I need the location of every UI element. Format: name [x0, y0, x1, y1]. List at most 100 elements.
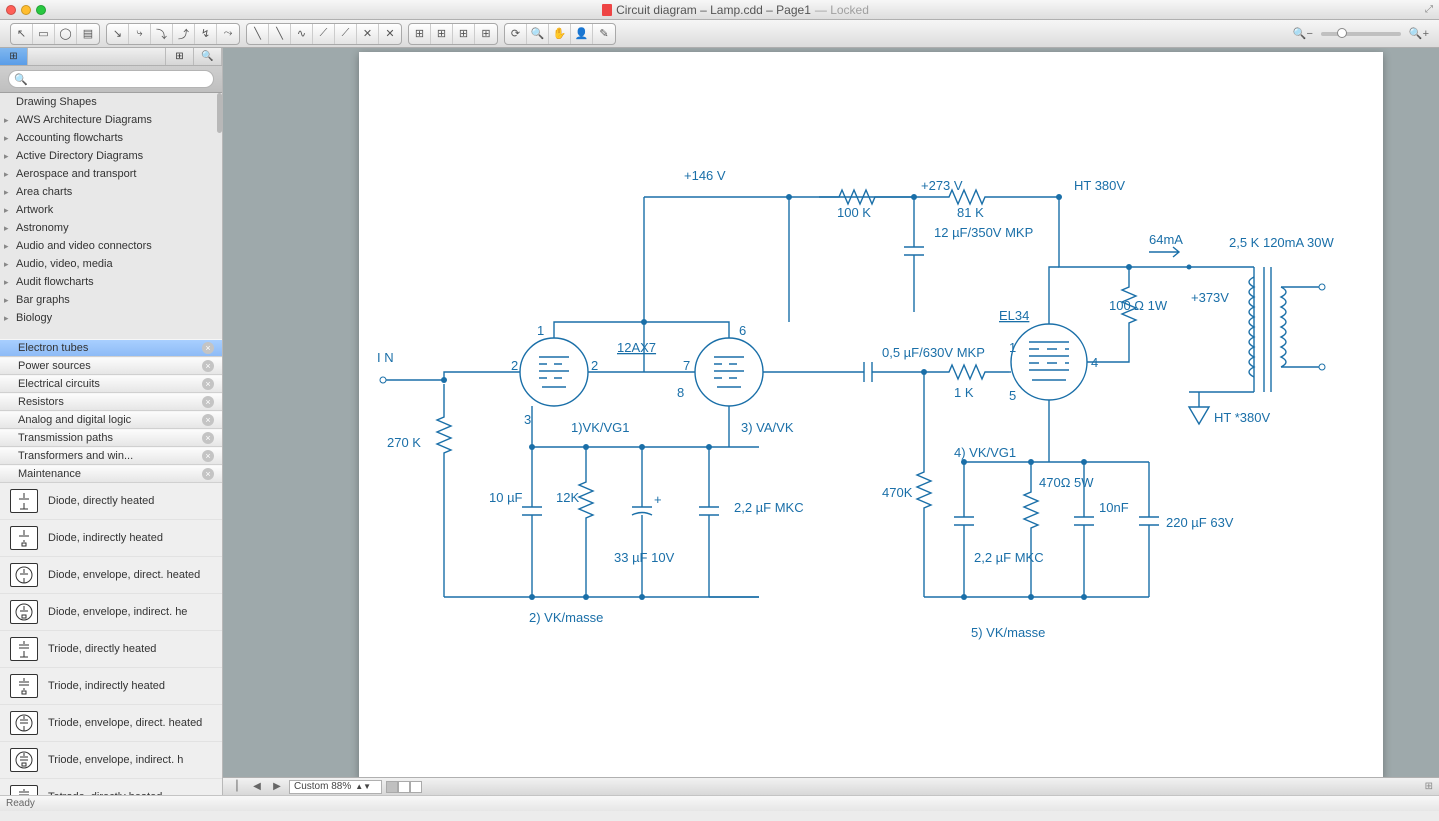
ellipse-tool[interactable]: ◯ — [55, 24, 77, 44]
scroll-left-icon[interactable]: ⎮ — [229, 781, 245, 792]
library-item[interactable]: ▸Biology — [0, 309, 222, 327]
page-thumb[interactable] — [410, 781, 422, 793]
line-tool-5[interactable]: ⟋ — [335, 24, 357, 44]
close-icon[interactable]: × — [202, 468, 214, 480]
library-item[interactable]: ▸Artwork — [0, 201, 222, 219]
shape-item[interactable]: Triode, directly heated — [0, 631, 222, 668]
pointer-tool[interactable]: ↖ — [11, 24, 33, 44]
svg-text:2) VK/masse: 2) VK/masse — [529, 610, 603, 625]
library-search-input[interactable] — [8, 70, 214, 88]
library-scrollbar[interactable] — [217, 93, 222, 133]
page-prev-icon[interactable]: ◀ — [249, 781, 265, 792]
tree-tool-4[interactable]: ⊞ — [475, 24, 497, 44]
tree-tool-2[interactable]: ⊞ — [431, 24, 453, 44]
close-icon[interactable]: × — [202, 432, 214, 444]
close-icon[interactable]: × — [202, 342, 214, 354]
library-list[interactable]: Drawing Shapes ▸AWS Architecture Diagram… — [0, 93, 222, 339]
shape-item[interactable]: Diode, envelope, direct. heated — [0, 557, 222, 594]
zoom-thumb[interactable] — [1337, 28, 1347, 38]
conn-tool-5[interactable]: ↯ — [195, 24, 217, 44]
text-tool[interactable]: ▤ — [77, 24, 99, 44]
shape-item[interactable]: Triode, envelope, direct. heated — [0, 705, 222, 742]
open-lib-item[interactable]: Transmission paths× — [0, 429, 222, 447]
shape-list[interactable]: Diode, directly heated Diode, indirectly… — [0, 483, 222, 795]
conn-tool-2[interactable]: ⤷ — [129, 24, 151, 44]
page-thumb[interactable] — [398, 781, 410, 793]
zoom-select[interactable]: Custom 88%▲▼ — [289, 780, 382, 794]
rect-tool[interactable]: ▭ — [33, 24, 55, 44]
zoom-track[interactable] — [1321, 32, 1401, 36]
shape-item[interactable]: Tetrode, directly heated — [0, 779, 222, 795]
close-icon[interactable]: × — [202, 378, 214, 390]
close-button[interactable] — [6, 5, 16, 15]
line-tool-4[interactable]: ⟋ — [313, 24, 335, 44]
view-icon[interactable]: ⊞ — [1425, 781, 1433, 792]
svg-text:HT 380V: HT 380V — [1074, 178, 1125, 193]
shape-item[interactable]: Diode, directly heated — [0, 483, 222, 520]
svg-text:5: 5 — [1009, 388, 1016, 403]
svg-text:5) VK/masse: 5) VK/masse — [971, 625, 1045, 640]
open-lib-item[interactable]: Power sources× — [0, 357, 222, 375]
zoom-in-icon[interactable]: 🔍+ — [1409, 27, 1429, 40]
library-item[interactable]: ▸Audit flowcharts — [0, 273, 222, 291]
svg-text:100 Ω 1W: 100 Ω 1W — [1109, 298, 1168, 313]
refresh-tool[interactable]: ⟳ — [505, 24, 527, 44]
close-icon[interactable]: × — [202, 396, 214, 408]
sidebar-search-row: 🔍 — [0, 66, 222, 93]
shape-item[interactable]: Diode, indirectly heated — [0, 520, 222, 557]
library-item[interactable]: ▸Audio, video, media — [0, 255, 222, 273]
tree-tool-1[interactable]: ⊞ — [409, 24, 431, 44]
library-item[interactable]: Drawing Shapes — [0, 93, 222, 111]
svg-text:2: 2 — [591, 358, 598, 373]
person-tool[interactable]: 👤 — [571, 24, 593, 44]
shape-item[interactable]: Diode, envelope, indirect. he — [0, 594, 222, 631]
zoom-button[interactable] — [36, 5, 46, 15]
open-lib-item[interactable]: Analog and digital logic× — [0, 411, 222, 429]
open-lib-item[interactable]: Maintenance× — [0, 465, 222, 483]
svg-text:220 µF 63V: 220 µF 63V — [1166, 515, 1234, 530]
page-thumbnails[interactable] — [386, 781, 422, 793]
library-item[interactable]: ▸Active Directory Diagrams — [0, 147, 222, 165]
page-next-icon[interactable]: ▶ — [269, 781, 285, 792]
sidebar-tabs: ⊞ ⊞ 🔍 — [0, 48, 222, 66]
close-icon[interactable]: × — [202, 450, 214, 462]
sidebar-tab-grid[interactable]: ⊞ — [166, 48, 194, 65]
canvas-scroll[interactable]: +146 V +273 V HT 380V 100 K 81 K 12 µF/3… — [223, 48, 1439, 777]
open-lib-item[interactable]: Electron tubes× — [0, 339, 222, 357]
drawing-page[interactable]: +146 V +273 V HT 380V 100 K 81 K 12 µF/3… — [359, 52, 1383, 777]
hand-tool[interactable]: ✋ — [549, 24, 571, 44]
tool-group-connector: ↘ ⤷ ⤵ ⤴ ↯ ⤳ — [106, 23, 240, 45]
close-icon[interactable]: × — [202, 414, 214, 426]
maximize-icon[interactable]: ⤢ — [1425, 4, 1433, 15]
conn-tool-3[interactable]: ⤵ — [151, 24, 173, 44]
shape-item[interactable]: Triode, envelope, indirect. h — [0, 742, 222, 779]
sidebar-tab-libraries[interactable]: ⊞ — [0, 48, 28, 65]
line-tool-7[interactable]: ✕ — [379, 24, 401, 44]
line-tool-6[interactable]: ✕ — [357, 24, 379, 44]
conn-tool-6[interactable]: ⤳ — [217, 24, 239, 44]
shape-item[interactable]: Triode, indirectly heated — [0, 668, 222, 705]
zoom-out-icon[interactable]: 🔍− — [1293, 27, 1313, 40]
library-item[interactable]: ▸Accounting flowcharts — [0, 129, 222, 147]
page-thumb[interactable] — [386, 781, 398, 793]
zoom-tool[interactable]: 🔍 — [527, 24, 549, 44]
open-lib-item[interactable]: Resistors× — [0, 393, 222, 411]
conn-tool-1[interactable]: ↘ — [107, 24, 129, 44]
conn-tool-4[interactable]: ⤴ — [173, 24, 195, 44]
library-item[interactable]: ▸Area charts — [0, 183, 222, 201]
sidebar-tab-search[interactable]: 🔍 — [194, 48, 222, 65]
minimize-button[interactable] — [21, 5, 31, 15]
eyedropper-tool[interactable]: ✎ — [593, 24, 615, 44]
tree-tool-3[interactable]: ⊞ — [453, 24, 475, 44]
library-item[interactable]: ▸Astronomy — [0, 219, 222, 237]
close-icon[interactable]: × — [202, 360, 214, 372]
open-lib-item[interactable]: Electrical circuits× — [0, 375, 222, 393]
library-item[interactable]: ▸Aerospace and transport — [0, 165, 222, 183]
library-item[interactable]: ▸Bar graphs — [0, 291, 222, 309]
line-tool-3[interactable]: ∿ — [291, 24, 313, 44]
open-lib-item[interactable]: Transformers and win...× — [0, 447, 222, 465]
library-item[interactable]: ▸AWS Architecture Diagrams — [0, 111, 222, 129]
line-tool-2[interactable]: ╲ — [269, 24, 291, 44]
library-item[interactable]: ▸Audio and video connectors — [0, 237, 222, 255]
line-tool-1[interactable]: ╲ — [247, 24, 269, 44]
